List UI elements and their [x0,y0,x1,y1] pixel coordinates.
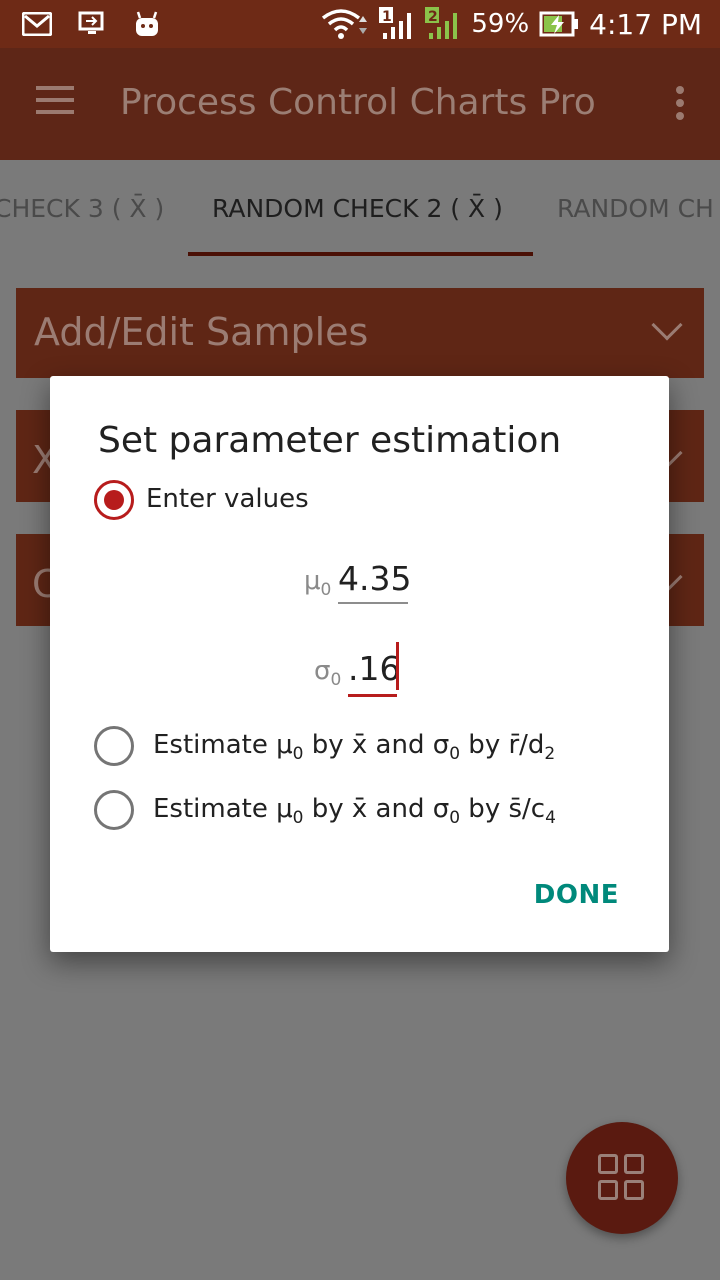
status-bar: 1 2 59% 4:17 PM [0,0,720,48]
tab-check-3[interactable]: CHECK 3 ( X̄ ) [0,194,164,223]
parameter-estimation-dialog: Set parameter estimation Enter values μ0… [50,376,669,952]
android-icon [136,11,158,36]
tab-random-check[interactable]: RANDOM CH [557,194,714,223]
sim2-label: 2 [428,9,438,25]
mu-input[interactable] [338,552,438,604]
estimate-sc-radio[interactable] [94,790,134,830]
chevron-down-icon [651,309,683,341]
tab-random-check-2[interactable]: RANDOM CHECK 2 ( X̄ ) [212,194,503,223]
estimate-rd-label: Estimate μ0 by x̄̄ and σ0 by r̄/d2 [153,730,556,764]
done-button[interactable]: DONE [534,880,619,910]
estimate-sc-label: Estimate μ0 by x̄̄ and σ0 by s̄/c4 [153,794,556,828]
app-title: Process Control Charts Pro [120,82,596,123]
sigma-label: σ0 [314,656,342,690]
mu-underline [338,602,408,604]
enter-values-radio[interactable] [94,480,134,520]
signal-icon: 1 [379,7,412,39]
sigma-input[interactable] [348,642,438,694]
tab-bar: CHECK 3 ( X̄ ) RANDOM CHECK 2 ( X̄ ) RAN… [0,160,720,256]
add-edit-samples-panel[interactable]: Add/Edit Samples [16,288,704,378]
app-bar: Process Control Charts Pro [0,48,720,160]
battery-charging-icon [539,11,579,37]
battery-percent: 59% [471,9,530,39]
clock: 4:17 PM [589,7,702,41]
gmail-icon [22,12,52,36]
panel-title: Add/Edit Samples [34,310,369,354]
wifi-icon [322,9,368,39]
cast-icon [78,11,104,34]
signal-icon: 2 [425,7,458,39]
grid-fab-button[interactable] [566,1122,678,1234]
sigma-underline [348,694,397,697]
tab-indicator [188,252,533,256]
sim1-label: 1 [382,9,392,25]
enter-values-label: Enter values [146,484,309,514]
menu-icon[interactable] [36,86,76,120]
grid-icon [598,1154,646,1202]
estimate-rd-radio[interactable] [94,726,134,766]
overflow-icon[interactable] [676,86,686,122]
text-caret [396,642,399,690]
mu-label: μ0 [304,566,332,600]
dialog-title: Set parameter estimation [98,420,562,461]
